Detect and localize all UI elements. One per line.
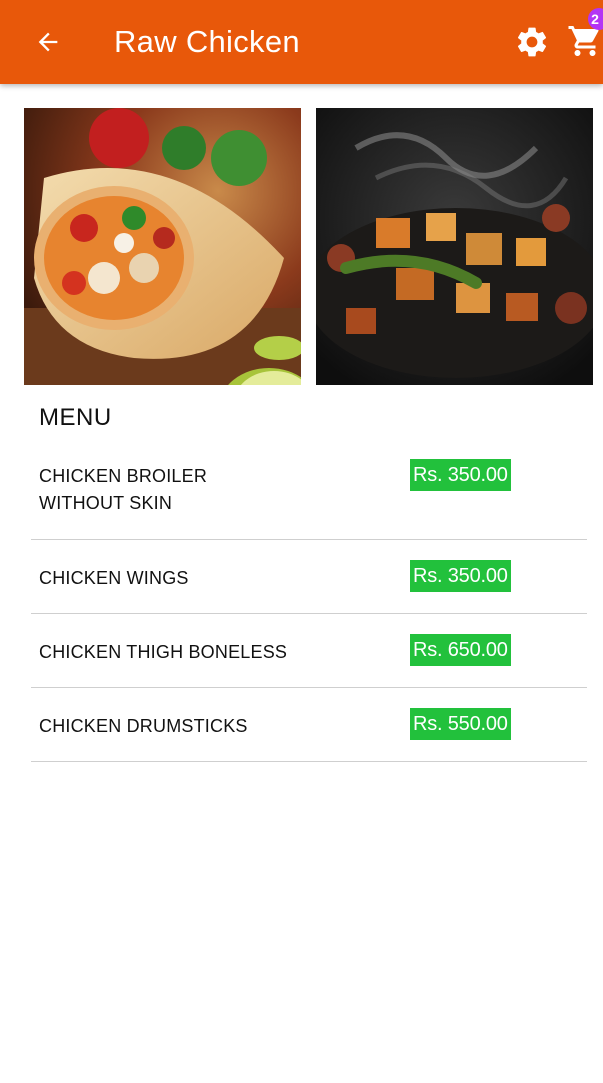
menu-item-name: CHICKEN DRUMSTICKS xyxy=(39,716,248,736)
food-image-stirfry[interactable] xyxy=(316,108,593,385)
wrap-photo xyxy=(24,108,301,385)
menu-item-name: CHICKEN THIGH BONELESS xyxy=(39,642,288,662)
menu-heading: MENU xyxy=(39,404,112,431)
menu-item-price: Rs. 350.00 xyxy=(410,560,511,592)
app-bar: Raw Chicken 2 xyxy=(0,0,603,84)
back-button[interactable] xyxy=(26,22,70,62)
menu-item-chicken-thigh[interactable]: CHICKEN THIGH BONELESS Rs. 650.00 xyxy=(31,614,587,688)
food-image-wrap[interactable] xyxy=(24,108,301,385)
arrow-left-icon xyxy=(38,32,58,52)
cart-count-badge: 2 xyxy=(588,8,603,30)
menu-item-chicken-wings[interactable]: CHICKEN WINGS Rs. 350.00 xyxy=(31,540,587,614)
menu-item-name: CHICKEN WINGS xyxy=(39,568,189,588)
menu-item-price: Rs. 550.00 xyxy=(410,708,511,740)
stirfry-photo xyxy=(316,108,593,385)
menu-list: CHICKEN BROILER WITHOUT SKIN Rs. 350.00 … xyxy=(31,447,587,762)
menu-item-chicken-broiler[interactable]: CHICKEN BROILER WITHOUT SKIN Rs. 350.00 xyxy=(31,447,587,540)
gear-icon xyxy=(517,27,547,57)
page-title: Raw Chicken xyxy=(114,24,300,59)
menu-item-price: Rs. 650.00 xyxy=(410,634,511,666)
menu-item-chicken-drumsticks[interactable]: CHICKEN DRUMSTICKS Rs. 550.00 xyxy=(31,688,587,762)
menu-item-name: CHICKEN BROILER WITHOUT SKIN xyxy=(39,466,208,513)
settings-button[interactable] xyxy=(512,22,552,62)
menu-item-price: Rs. 350.00 xyxy=(410,459,511,491)
